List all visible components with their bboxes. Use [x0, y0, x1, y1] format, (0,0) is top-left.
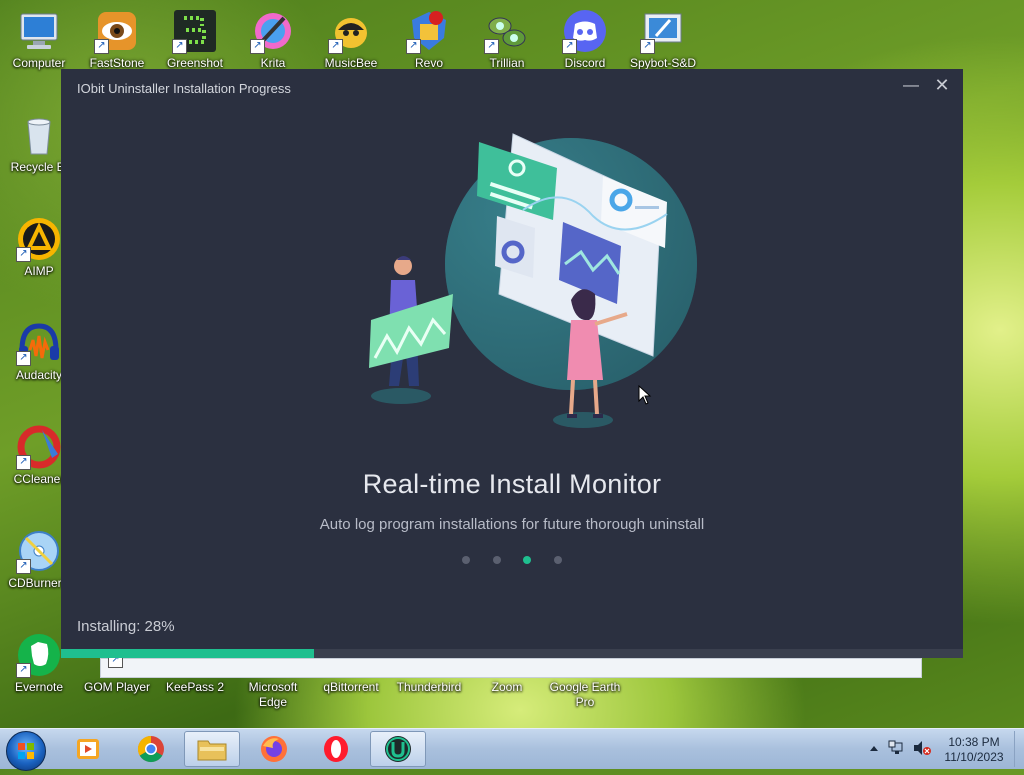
- taskbar: 10:38 PM 11/10/2023: [0, 728, 1024, 771]
- taskbar-app-firefox[interactable]: [246, 731, 302, 767]
- taskbar-app-chrome[interactable]: [123, 731, 179, 767]
- desktop-icon-label: Thunderbird: [396, 680, 462, 694]
- shortcut-arrow-icon: ↗: [16, 455, 31, 470]
- taskbar-clock[interactable]: 10:38 PM 11/10/2023: [938, 735, 1010, 765]
- desktop-icon-revo[interactable]: ↗ Revo: [391, 8, 467, 71]
- slide-description: Auto log program installations for futur…: [319, 516, 705, 533]
- cdburnerxp-icon: ↗: [16, 528, 62, 574]
- windows-logo-icon: [18, 743, 34, 759]
- shortcut-arrow-icon: ↗: [16, 247, 31, 262]
- shortcut-arrow-icon: ↗: [94, 39, 109, 54]
- install-status-text: Installing: 28%: [77, 618, 175, 635]
- window-title: IObit Uninstaller Installation Progress: [77, 81, 291, 96]
- install-monitor-illustration: [331, 124, 711, 434]
- greenshot-icon: ↗: [172, 8, 218, 54]
- progress-bar-fill: [61, 649, 314, 658]
- volume-muted-icon[interactable]: [914, 741, 931, 755]
- recycle-bin-icon: [16, 112, 62, 158]
- evernote-icon: ↗: [16, 632, 62, 678]
- slide-indicator-3[interactable]: [523, 556, 531, 564]
- show-hidden-icons-icon[interactable]: [870, 746, 878, 751]
- chrome-icon: [137, 735, 164, 763]
- musicbee-icon: ↗: [328, 8, 374, 54]
- shortcut-arrow-icon: ↗: [16, 663, 31, 678]
- ccleaner-icon: ↗: [16, 424, 62, 470]
- desktop-icon-trillian[interactable]: ↗ Trillian: [469, 8, 545, 71]
- network-icon[interactable]: [888, 740, 903, 754]
- close-button[interactable]: ✕: [933, 75, 951, 95]
- spybot-icon: ↗: [640, 8, 686, 54]
- mouse-cursor-icon: [638, 384, 652, 410]
- discord-icon: ↗: [562, 8, 608, 54]
- shortcut-arrow-icon: ↗: [16, 351, 31, 366]
- desktop-icon-computer[interactable]: Computer: [1, 8, 77, 71]
- slide-indicator-4[interactable]: [554, 556, 562, 564]
- revo-icon: ↗: [406, 8, 452, 54]
- show-desktop-button[interactable]: [1014, 731, 1024, 767]
- krita-icon: ↗: [250, 8, 296, 54]
- taskbar-app-media-player[interactable]: [60, 731, 116, 767]
- trillian-icon: ↗: [484, 8, 530, 54]
- faststone-icon: ↗: [94, 8, 140, 54]
- shortcut-arrow-icon: ↗: [640, 39, 655, 54]
- desktop-icon-label: qBittorrent: [323, 680, 379, 694]
- shortcut-arrow-icon: ↗: [250, 39, 265, 54]
- progress-bar: [61, 649, 963, 658]
- desktop-icon-musicbee[interactable]: ↗ MusicBee: [313, 8, 389, 71]
- minimize-button[interactable]: —: [903, 77, 919, 95]
- desktop-icon-label: Zoom: [491, 680, 523, 694]
- desktop-icon-label: Evernote: [14, 680, 64, 694]
- taskbar-app-opera[interactable]: [308, 731, 364, 767]
- desktop-icon-label: Microsoft Edge: [248, 680, 298, 709]
- shortcut-arrow-icon: ↗: [484, 39, 499, 54]
- desktop-icon-label: Google Earth Pro: [549, 680, 621, 709]
- iobit-uninstaller-icon: [385, 736, 411, 762]
- firefox-icon: [261, 736, 287, 762]
- taskbar-app-iobit-uninstaller[interactable]: [370, 731, 426, 767]
- start-button[interactable]: [6, 731, 46, 771]
- computer-icon: [16, 8, 62, 54]
- shortcut-arrow-icon: ↗: [172, 39, 187, 54]
- desktop-icon-label: GOM Player: [83, 680, 150, 694]
- shortcut-arrow-icon: ↗: [328, 39, 343, 54]
- clock-date: 11/10/2023: [944, 750, 1004, 764]
- audacity-icon: ↗: [16, 320, 62, 366]
- taskbar-app-explorer[interactable]: [184, 731, 240, 767]
- desktop-icon-greenshot[interactable]: ↗ Greenshot: [157, 8, 233, 71]
- folder-icon: [197, 740, 227, 761]
- shortcut-arrow-icon: ↗: [562, 39, 577, 54]
- installer-window: IObit Uninstaller Installation Progress …: [61, 69, 963, 658]
- slide-indicator-1[interactable]: [462, 556, 470, 564]
- aimp-icon: ↗: [16, 216, 62, 262]
- system-tray: [862, 735, 934, 766]
- media-player-icon: [77, 739, 99, 759]
- shortcut-arrow-icon: ↗: [16, 559, 31, 574]
- desktop-icon-discord[interactable]: ↗ Discord: [547, 8, 623, 71]
- desktop-icon-spybot[interactable]: ↗ Spybot-S&D: [625, 8, 701, 71]
- desktop-icon-faststone[interactable]: ↗ FastStone: [79, 8, 155, 71]
- desktop-icon-krita[interactable]: ↗ Krita: [235, 8, 311, 71]
- slide-indicator-2[interactable]: [493, 556, 501, 564]
- opera-icon: [324, 736, 348, 762]
- slide-headline: Real-time Install Monitor: [362, 469, 662, 499]
- desktop-icon-label: KeePass 2: [165, 680, 225, 694]
- clock-time: 10:38 PM: [948, 735, 1000, 749]
- shortcut-arrow-icon: ↗: [406, 39, 421, 54]
